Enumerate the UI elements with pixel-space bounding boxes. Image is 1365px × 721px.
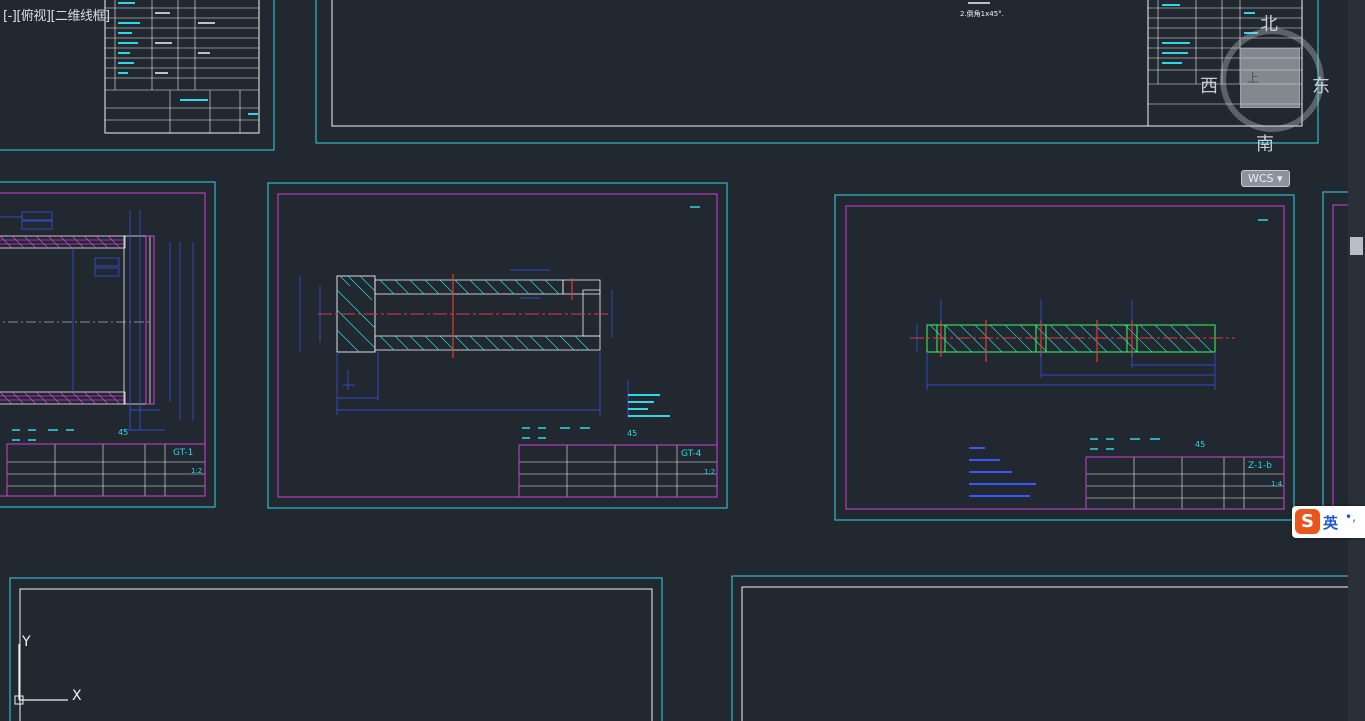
compass-west[interactable]: 西 bbox=[1200, 72, 1218, 98]
note-chamfer: 2.倒角1x45°. bbox=[960, 9, 1004, 18]
wcs-label: WCS bbox=[1248, 172, 1274, 185]
ime-punctuation-indicator[interactable]: •, bbox=[1345, 510, 1356, 524]
sheet-gt-1[interactable]: 45 GT-1 1:2 bbox=[0, 181, 216, 508]
sheet-z-1-b[interactable]: 45 Z-1-b 1:4 bbox=[834, 194, 1295, 521]
viewport-controls-label[interactable]: [-][俯视][二维线框] bbox=[3, 5, 110, 24]
gt1-code: GT-1 bbox=[173, 448, 193, 458]
sheet-top-center[interactable]: 2.倒角1x45°. bbox=[315, 0, 1319, 144]
gt1-scale: 1:2 bbox=[191, 467, 202, 475]
drawing-canvas[interactable]: 2.倒角1x45°. 45 GT-1 1:2 45 GT-4 1:2 45 Z-… bbox=[0, 0, 1365, 721]
z16-material: 45 bbox=[1195, 440, 1205, 449]
ime-toolbar[interactable]: S 英 •, bbox=[1292, 506, 1365, 538]
viewcube[interactable]: 上 北 东 南 西 bbox=[1200, 10, 1330, 170]
gt4-code: GT-4 bbox=[681, 449, 702, 459]
gt4-scale: 1:2 bbox=[704, 468, 715, 476]
sogou-logo-icon[interactable]: S bbox=[1295, 509, 1320, 534]
viewcube-face-label: 上 bbox=[1247, 71, 1260, 85]
gt4-material: 45 bbox=[627, 429, 637, 438]
viewcube-top-face[interactable]: 上 bbox=[1240, 48, 1300, 108]
ucs-icon: Y X bbox=[14, 634, 82, 705]
z16-scale: 1:4 bbox=[1271, 480, 1283, 488]
sheet-bottom-left[interactable] bbox=[9, 577, 663, 721]
z16-code: Z-1-b bbox=[1248, 461, 1272, 471]
scrollbar-thumb[interactable] bbox=[1350, 237, 1363, 255]
compass-south[interactable]: 南 bbox=[1256, 130, 1274, 156]
sheet-gt-4[interactable]: 45 GT-4 1:2 bbox=[267, 182, 728, 509]
gt1-material: 45 bbox=[118, 428, 128, 437]
vertical-scrollbar[interactable] bbox=[1348, 0, 1365, 721]
wcs-menu-button[interactable]: WCS ▾ bbox=[1241, 170, 1290, 187]
ucs-x-label: X bbox=[72, 688, 82, 704]
compass-east[interactable]: 东 bbox=[1312, 72, 1330, 98]
ucs-y-label: Y bbox=[21, 634, 31, 650]
compass-north[interactable]: 北 bbox=[1260, 10, 1278, 36]
sheet-bottom-right[interactable] bbox=[731, 575, 1365, 721]
ime-language-toggle[interactable]: 英 bbox=[1323, 512, 1338, 533]
chevron-down-icon: ▾ bbox=[1277, 172, 1283, 185]
